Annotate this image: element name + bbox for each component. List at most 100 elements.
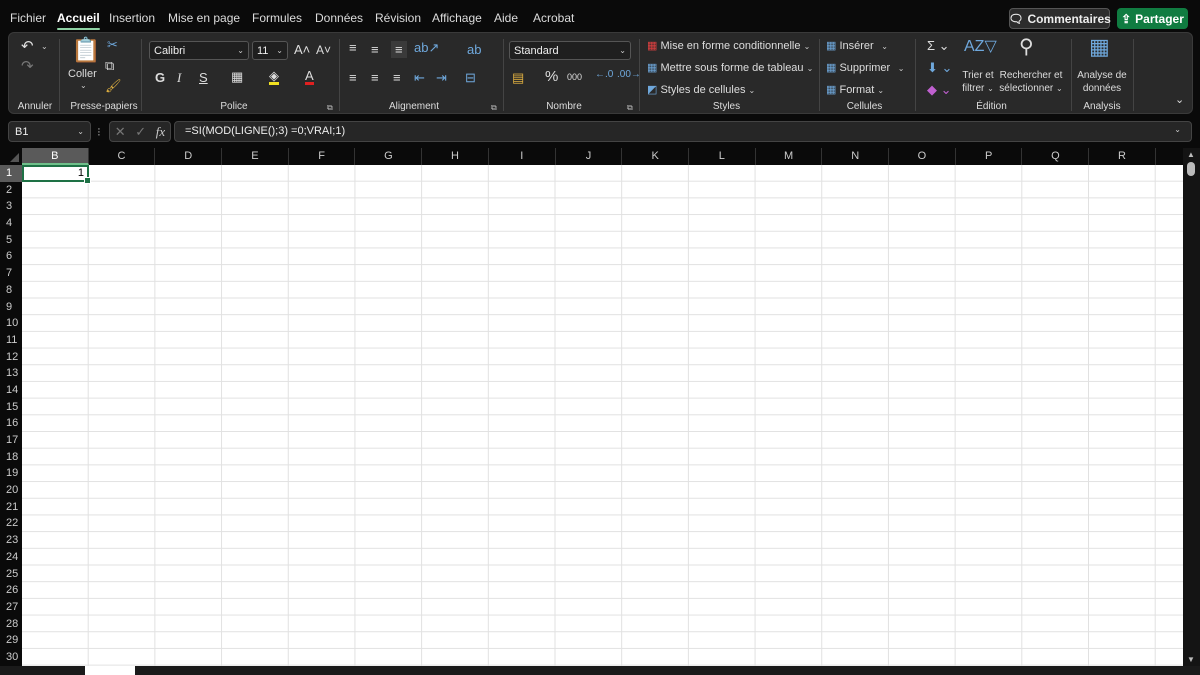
analyze-data-button[interactable]: Analyse de données	[1074, 69, 1130, 95]
delete-cells-button[interactable]: ▦ Supprimer ⌄	[826, 61, 904, 74]
row-header-13[interactable]: 13	[0, 365, 22, 382]
row-header-21[interactable]: 21	[0, 499, 22, 516]
row-header-15[interactable]: 15	[0, 399, 22, 416]
tab-insertion[interactable]: Insertion	[109, 11, 155, 25]
row-header-6[interactable]: 6	[0, 248, 22, 265]
column-header-q[interactable]: Q	[1023, 148, 1090, 165]
tab-donnees[interactable]: Données	[315, 11, 363, 25]
decrease-decimal-icon[interactable]: .00→	[617, 70, 641, 80]
insert-function-button[interactable]: fx	[156, 124, 165, 140]
vertical-scrollbar[interactable]: ▲ ▼	[1183, 148, 1200, 666]
font-dialog-launcher-icon[interactable]: ⧉	[327, 103, 333, 113]
tab-revision[interactable]: Révision	[375, 11, 421, 25]
wrap-text-icon[interactable]: ab	[467, 43, 481, 56]
analyze-data-icon[interactable]: ▦	[1089, 36, 1110, 58]
column-header-n[interactable]: N	[822, 148, 890, 165]
cell-styles-button[interactable]: ◩ Styles de cellules ⌄	[647, 83, 755, 96]
column-header-i[interactable]: I	[489, 148, 556, 165]
font-name-combo[interactable]: Calibri ⌄	[149, 41, 249, 60]
sheet-tab-active[interactable]	[85, 666, 135, 675]
cut-icon[interactable]: ✂	[107, 38, 118, 51]
row-header-1[interactable]: 1	[0, 165, 22, 182]
row-header-5[interactable]: 5	[0, 232, 22, 249]
cancel-icon[interactable]: ✕	[115, 124, 126, 140]
tab-affichage[interactable]: Affichage	[432, 11, 482, 25]
row-header-4[interactable]: 4	[0, 215, 22, 232]
column-header-j[interactable]: J	[556, 148, 623, 165]
row-header-20[interactable]: 20	[0, 482, 22, 499]
increase-font-icon[interactable]: A˄	[294, 43, 310, 56]
row-header-28[interactable]: 28	[0, 616, 22, 633]
selected-cell-b1[interactable]: 1	[22, 165, 91, 184]
comments-button[interactable]: 🗨 Commentaires	[1008, 8, 1111, 29]
decrease-indent-icon[interactable]: ⇤	[414, 71, 425, 84]
bold-button[interactable]: G	[155, 71, 165, 84]
alignment-dialog-launcher-icon[interactable]: ⧉	[491, 103, 497, 113]
insert-cells-button[interactable]: ▦ Insérer ⌄	[826, 39, 888, 52]
row-header-8[interactable]: 8	[0, 282, 22, 299]
borders-icon[interactable]: ▦	[231, 70, 243, 83]
format-painter-icon[interactable]: 🖌	[105, 79, 122, 92]
number-dialog-launcher-icon[interactable]: ⧉	[627, 103, 633, 113]
column-header-p[interactable]: P	[956, 148, 1023, 165]
column-header-h[interactable]: H	[422, 148, 489, 165]
scroll-up-icon[interactable]: ▲	[1187, 150, 1195, 159]
formula-input[interactable]: =SI(MOD(LIGNE();3) =0;VRAI;1) ⌄	[174, 121, 1192, 142]
thousands-button[interactable]: 000	[567, 73, 582, 82]
align-bottom-icon[interactable]: ≡	[391, 41, 407, 58]
column-header-d[interactable]: D	[155, 148, 223, 165]
row-header-7[interactable]: 7	[0, 265, 22, 282]
collapse-ribbon-icon[interactable]: ⌄	[1175, 95, 1184, 106]
conditional-formatting-button[interactable]: ▦ Mise en forme conditionnelle ⌄	[647, 39, 810, 52]
row-header-14[interactable]: 14	[0, 382, 22, 399]
align-left-icon[interactable]: ≡	[349, 71, 357, 84]
autosum-icon[interactable]: Σ ⌄	[927, 39, 950, 52]
tab-fichier[interactable]: Fichier	[10, 11, 46, 25]
increase-decimal-icon[interactable]: ←.0	[595, 70, 613, 80]
paste-button[interactable]: Coller	[68, 68, 97, 80]
row-header-9[interactable]: 9	[0, 299, 22, 316]
row-header-19[interactable]: 19	[0, 465, 22, 482]
format-as-table-button[interactable]: ▦ Mettre sous forme de tableau ⌄	[647, 61, 813, 74]
italic-button[interactable]: I	[177, 71, 181, 84]
accounting-format-icon[interactable]: ▤	[512, 71, 524, 84]
fill-icon[interactable]: ⬇ ⌄	[927, 61, 952, 74]
format-cells-button[interactable]: ▦ Format ⌄	[826, 83, 884, 96]
row-header-11[interactable]: 11	[0, 332, 22, 349]
scrollbar-thumb[interactable]	[1187, 162, 1195, 176]
row-header-24[interactable]: 24	[0, 549, 22, 566]
orientation-icon[interactable]: ab↗	[414, 41, 439, 54]
column-header-f[interactable]: F	[289, 148, 356, 165]
clear-icon[interactable]: ◆ ⌄	[927, 83, 952, 96]
column-header-o[interactable]: O	[889, 148, 956, 165]
align-top-icon[interactable]: ≡	[349, 41, 357, 54]
row-header-17[interactable]: 17	[0, 432, 22, 449]
row-header-16[interactable]: 16	[0, 415, 22, 432]
row-header-23[interactable]: 23	[0, 532, 22, 549]
tab-acrobat[interactable]: Acrobat	[533, 11, 574, 25]
tab-accueil[interactable]: Accueil	[57, 11, 100, 30]
redo-icon[interactable]: ↷	[21, 59, 34, 74]
row-header-27[interactable]: 27	[0, 599, 22, 616]
sort-filter-button[interactable]: Trier et filtrer ⌄	[958, 69, 998, 95]
row-header-3[interactable]: 3	[0, 198, 22, 215]
number-format-combo[interactable]: Standard ⌄	[509, 41, 631, 60]
merge-center-icon[interactable]: ⊟	[465, 71, 476, 84]
row-header-12[interactable]: 12	[0, 349, 22, 366]
column-header-m[interactable]: M	[756, 148, 823, 165]
scroll-down-icon[interactable]: ▼	[1187, 655, 1195, 664]
column-header-r[interactable]: R	[1089, 148, 1156, 165]
row-header-10[interactable]: 10	[0, 315, 22, 332]
tab-mise-en-page[interactable]: Mise en page	[168, 11, 240, 25]
column-header-e[interactable]: E	[222, 148, 289, 165]
align-middle-icon[interactable]: ≡	[371, 43, 379, 56]
name-box[interactable]: B1 ⌄	[8, 121, 91, 142]
sort-filter-icon[interactable]: AZ▽	[964, 39, 997, 55]
paste-icon[interactable]: 📋	[71, 39, 101, 63]
row-header-18[interactable]: 18	[0, 449, 22, 466]
row-header-30[interactable]: 30	[0, 649, 22, 666]
row-header-22[interactable]: 22	[0, 515, 22, 532]
align-right-icon[interactable]: ≡	[393, 71, 401, 84]
column-header-k[interactable]: K	[622, 148, 689, 165]
column-header-g[interactable]: G	[356, 148, 423, 165]
